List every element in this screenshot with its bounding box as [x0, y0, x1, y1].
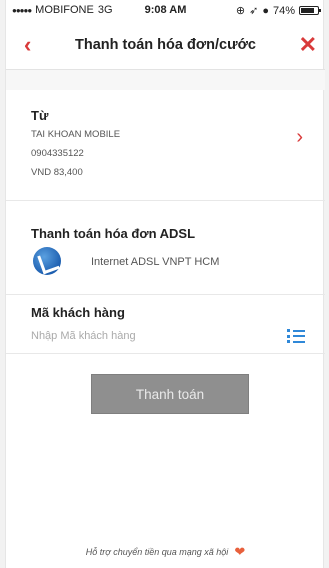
heart-icon: ❤ [234, 544, 246, 559]
bill-label: Thanh toán hóa đơn ADSL [31, 226, 196, 241]
back-icon[interactable]: ‹ [24, 32, 31, 58]
from-account-row[interactable]: Từ TAI KHOAN MOBILE 0904335122 VND 83,40… [6, 98, 325, 193]
customer-code-input[interactable] [31, 325, 261, 347]
vnpt-logo-icon [33, 247, 61, 275]
app-screen: ●●●●● MOBIFONE 3G 9:08 AM ⊕ ➶ ● 74% ‹ Th… [5, 0, 325, 568]
battery-icon [299, 6, 321, 15]
location-icon: ➶ [249, 5, 259, 17]
status-bar: ●●●●● MOBIFONE 3G 9:08 AM ⊕ ➶ ● 74% [6, 0, 325, 20]
customer-code-section: Mã khách hàng [6, 295, 325, 355]
bill-section: Thanh toán hóa đơn ADSL Internet ADSL VN… [6, 200, 325, 280]
from-label: Từ [31, 108, 49, 123]
close-icon[interactable]: ✕ [299, 32, 317, 58]
section-spacer [6, 70, 325, 90]
battery-percent: 74% [272, 4, 295, 17]
list-icon[interactable] [287, 329, 305, 343]
status-right: ⊕ ➶ ● 74% [235, 4, 321, 17]
bill-service: Internet ADSL VNPT HCM [91, 256, 220, 268]
bluetooth-icon: ● [262, 4, 269, 17]
account-balance: VND 83,400 [31, 167, 83, 178]
account-number: 0904335122 [31, 148, 84, 159]
divider [6, 353, 325, 354]
page-title: Thanh toán hóa đơn/cước [75, 36, 256, 53]
footer-text: Hỗ trợ chuyển tiền qua mạng xã hội [85, 547, 229, 557]
chevron-right-icon[interactable]: › [296, 126, 303, 149]
customer-code-label: Mã khách hàng [31, 305, 125, 320]
account-name: TAI KHOAN MOBILE [31, 129, 121, 140]
footer[interactable]: Hỗ trợ chuyển tiền qua mạng xã hội ❤ [6, 544, 325, 560]
nav-bar: ‹ Thanh toán hóa đơn/cước ✕ [6, 20, 325, 70]
alarm-icon: ⊕ [235, 5, 246, 17]
pay-button[interactable]: Thanh toán [91, 374, 249, 414]
